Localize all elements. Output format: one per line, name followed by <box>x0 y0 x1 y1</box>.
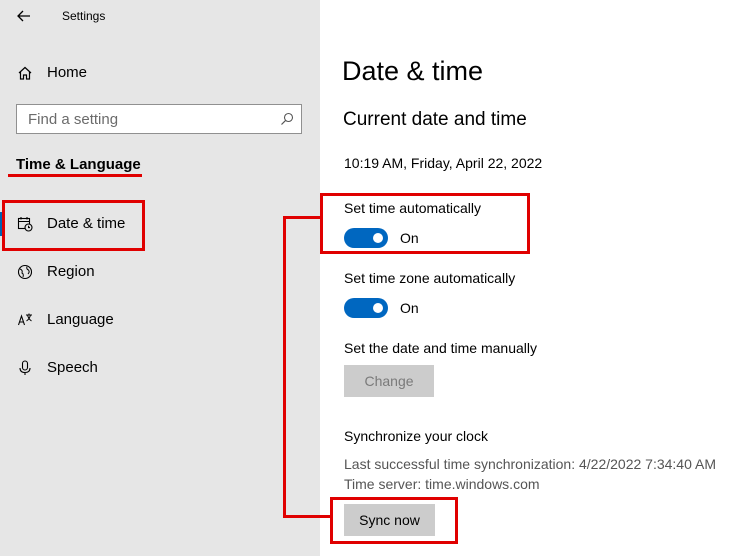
search-input[interactable]: Find a setting <box>16 104 302 134</box>
sidebar-item-speech[interactable]: Speech <box>0 350 320 386</box>
set-timezone-auto-label: Set time zone automatically <box>344 270 516 286</box>
set-timezone-auto-state: On <box>400 300 419 316</box>
page-title: Date & time <box>342 56 484 86</box>
search-placeholder: Find a setting <box>28 111 119 128</box>
home-label: Home <box>47 64 88 81</box>
annotation-box-sync-now <box>330 497 458 544</box>
sidebar: Settings Home Find a setting Time & Lang… <box>0 0 320 556</box>
microphone-icon <box>19 360 31 375</box>
current-datetime: 10:19 AM, Friday, April 22, 2022 <box>344 155 543 171</box>
sync-clock-heading: Synchronize your clock <box>344 428 488 444</box>
sidebar-item-label: Speech <box>47 359 98 376</box>
annotation-box-date-time <box>2 200 145 251</box>
last-sync-text: Last successful time synchronization: 4/… <box>344 456 716 472</box>
section-title: Current date and time <box>343 109 527 130</box>
annotation-connector <box>283 216 286 518</box>
annotation-underline <box>8 174 142 177</box>
sidebar-item-label: Language <box>47 311 114 328</box>
change-button: Change <box>344 365 434 397</box>
sidebar-item-label: Region <box>47 263 95 280</box>
sidebar-item-language[interactable]: Language <box>0 302 320 338</box>
back-button[interactable] <box>14 6 38 28</box>
sidebar-item-region[interactable]: Region <box>0 254 320 290</box>
search-icon <box>281 112 294 125</box>
manual-datetime-label: Set the date and time manually <box>344 340 538 356</box>
globe-icon <box>17 264 33 280</box>
annotation-connector <box>283 515 331 518</box>
toggle-knob <box>373 303 383 313</box>
home-icon <box>18 66 32 80</box>
home-nav-item[interactable]: Home <box>0 58 320 88</box>
annotation-box-set-time-auto <box>320 193 530 254</box>
set-timezone-auto-toggle[interactable] <box>344 298 388 318</box>
language-icon <box>17 313 32 326</box>
time-server-text: Time server: time.windows.com <box>344 476 540 492</box>
section-heading: Time & Language <box>16 156 141 173</box>
back-arrow-icon <box>17 10 30 22</box>
app-title: Settings <box>62 9 106 23</box>
annotation-connector <box>283 216 321 219</box>
